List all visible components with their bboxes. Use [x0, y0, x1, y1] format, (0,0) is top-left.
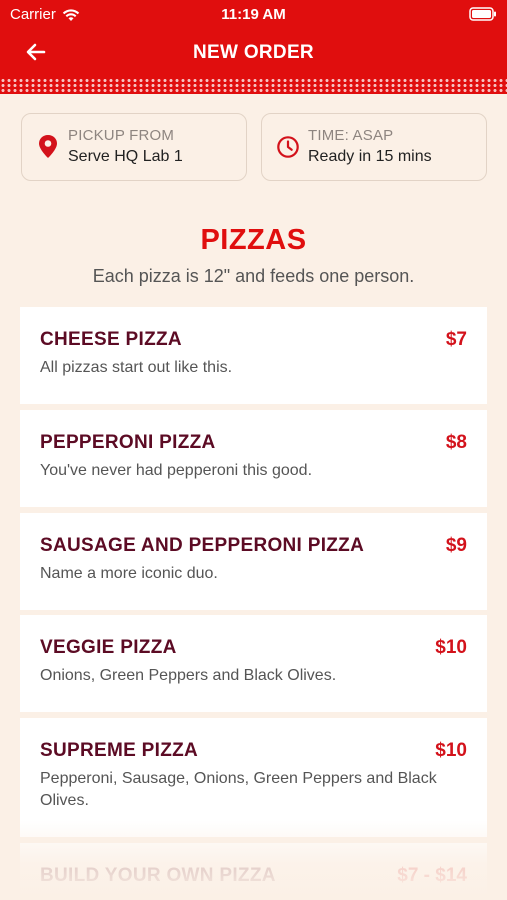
- status-bar: Carrier 11:19 AM: [0, 0, 507, 28]
- item-price: $7: [445, 329, 467, 350]
- menu-item-cheese-pizza[interactable]: CHEESE PIZZA $7 All pizzas start out lik…: [20, 307, 487, 404]
- item-name: SUPREME PIZZA: [40, 740, 199, 761]
- item-description: All pizzas start out like this.: [40, 359, 233, 376]
- item-price: $10: [435, 637, 467, 658]
- item-description: Onions, Green Peppers and Black Olives.: [40, 667, 337, 684]
- pickup-location-card[interactable]: PICKUP FROM Serve HQ Lab 1: [21, 113, 247, 181]
- menu-item-veggie-pizza[interactable]: VEGGIE PIZZA $10 Onions, Green Peppers a…: [20, 615, 487, 712]
- menu-item-pepperoni-pizza[interactable]: PEPPERONI PIZZA $8 You've never had pepp…: [20, 410, 487, 507]
- time-label: TIME: ASAP: [308, 127, 394, 144]
- location-pin-icon: [39, 135, 57, 158]
- clock-icon: [277, 136, 299, 158]
- battery-icon: [469, 7, 496, 21]
- item-name: SAUSAGE AND PEPPERONI PIZZA: [40, 535, 365, 556]
- item-description: Name a more iconic duo.: [40, 565, 218, 582]
- item-name: CHEESE PIZZA: [40, 329, 182, 350]
- item-name: PEPPERONI PIZZA: [40, 432, 216, 453]
- section-subtitle: Each pizza is 12" and feeds one person.: [92, 266, 415, 286]
- item-description: Pepperoni, Sausage, Onions, Green Pepper…: [40, 770, 437, 809]
- pickup-value: Serve HQ Lab 1: [68, 148, 183, 165]
- pickup-time-card[interactable]: TIME: ASAP Ready in 15 mins: [261, 113, 487, 181]
- time-value: Ready in 15 mins: [308, 148, 432, 165]
- item-price: $8: [445, 432, 467, 453]
- item-price: $9: [445, 535, 467, 556]
- header-dot-border: [0, 78, 507, 92]
- item-name: BUILD YOUR OWN PIZZA: [40, 865, 276, 886]
- section-title: PIZZAS: [200, 224, 307, 256]
- item-price: $10: [435, 740, 467, 761]
- menu-item-build-your-own-pizza[interactable]: BUILD YOUR OWN PIZZA $7 - $14: [20, 843, 487, 900]
- nav-bar: NEW ORDER: [0, 34, 507, 72]
- status-time: 11:19 AM: [221, 6, 286, 23]
- item-description: You've never had pepperoni this good.: [40, 462, 313, 479]
- pickup-label: PICKUP FROM: [68, 127, 175, 144]
- page-title: NEW ORDER: [193, 42, 314, 63]
- header-bar: Carrier 11:19 AM NEW ORDER: [0, 0, 507, 94]
- item-name: VEGGIE PIZZA: [40, 637, 177, 658]
- item-price: $7 - $14: [397, 865, 467, 886]
- menu-item-sausage-pepperoni-pizza[interactable]: SAUSAGE AND PEPPERONI PIZZA $9 Name a mo…: [20, 513, 487, 610]
- menu-item-supreme-pizza[interactable]: SUPREME PIZZA $10 Pepperoni, Sausage, On…: [20, 718, 487, 837]
